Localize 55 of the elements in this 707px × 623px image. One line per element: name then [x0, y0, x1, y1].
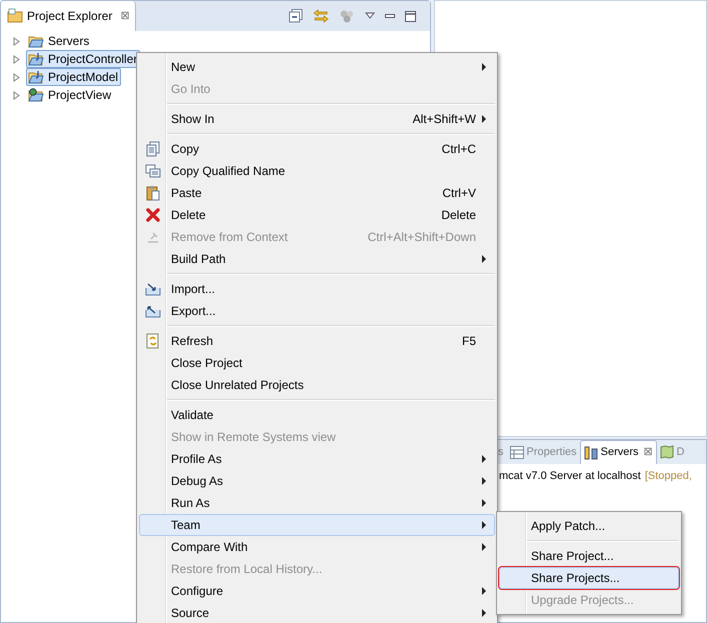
link-arrows-icon[interactable]: [313, 9, 329, 23]
menu-item[interactable]: Close Unrelated Projects: [139, 374, 495, 396]
menu-item[interactable]: Delete Delete: [139, 204, 495, 226]
folder-icon: [28, 34, 44, 48]
project-folder-icon: [28, 70, 44, 84]
menu-item[interactable]: Show In Alt+Shift+W: [139, 108, 495, 130]
tree-item[interactable]: ProjectView: [26, 86, 114, 104]
server-name[interactable]: mcat v7.0 Server at localhost: [499, 468, 641, 484]
menu-item[interactable]: Close Project: [139, 352, 495, 374]
collapse-all-icon[interactable]: [289, 9, 303, 23]
copy-icon: [145, 164, 161, 178]
menu-item[interactable]: Paste Ctrl+V: [139, 182, 495, 204]
menu-item[interactable]: Copy Qualified Name: [139, 160, 495, 182]
folder-icon: [7, 8, 23, 24]
menu-item[interactable]: Apply Patch...: [499, 515, 679, 537]
close-icon[interactable]: ⊠: [120, 8, 130, 24]
project-folder-icon: [28, 52, 44, 66]
explorer-tab[interactable]: Project Explorer ⊠: [1, 1, 136, 31]
clipboard-icon: [146, 185, 160, 201]
menu-item[interactable]: Debug As: [139, 470, 495, 492]
copy-icon: [146, 141, 160, 157]
remove-icon: [146, 230, 160, 244]
servers-icon: [584, 446, 598, 460]
explorer-title: Project Explorer: [27, 8, 112, 25]
view-menu-icon[interactable]: [365, 12, 375, 20]
minimize-icon[interactable]: [385, 14, 395, 18]
menu-item[interactable]: Run As: [139, 492, 495, 514]
menu-item[interactable]: Compare With: [139, 536, 495, 558]
menu-item[interactable]: Profile As: [139, 448, 495, 470]
menu-item[interactable]: Export...: [139, 300, 495, 322]
menu-item[interactable]: Share Projects...: [499, 567, 679, 589]
table-icon: [510, 446, 524, 458]
export-icon: [145, 304, 161, 318]
menu-item[interactable]: Source: [139, 602, 495, 623]
menu-item[interactable]: Build Path: [139, 248, 495, 270]
menu-item[interactable]: Copy Ctrl+C: [139, 138, 495, 160]
delete-icon: [146, 208, 160, 222]
close-icon[interactable]: ⊠: [644, 444, 653, 461]
panel-tab[interactable]: Servers ⊠: [580, 440, 657, 464]
map-icon: [660, 445, 674, 459]
menu-item[interactable]: Refresh F5: [139, 330, 495, 352]
menu-item[interactable]: Share Project...: [499, 545, 679, 567]
refresh-icon: [146, 333, 160, 349]
menu-item[interactable]: Import...: [139, 278, 495, 300]
menu-item[interactable]: Configure: [139, 580, 495, 602]
menu-item[interactable]: Team: [139, 514, 495, 536]
globe-folder-icon: [28, 88, 44, 102]
menu-item[interactable]: New: [139, 56, 495, 78]
import-icon: [145, 282, 161, 296]
menu-item[interactable]: Validate: [139, 404, 495, 426]
tree-item[interactable]: ProjectController: [26, 50, 140, 68]
maximize-icon[interactable]: [405, 10, 416, 22]
tree-item[interactable]: ProjectModel: [26, 68, 122, 86]
server-status: [Stopped,: [644, 468, 692, 484]
tree-item[interactable]: Servers: [26, 32, 92, 50]
